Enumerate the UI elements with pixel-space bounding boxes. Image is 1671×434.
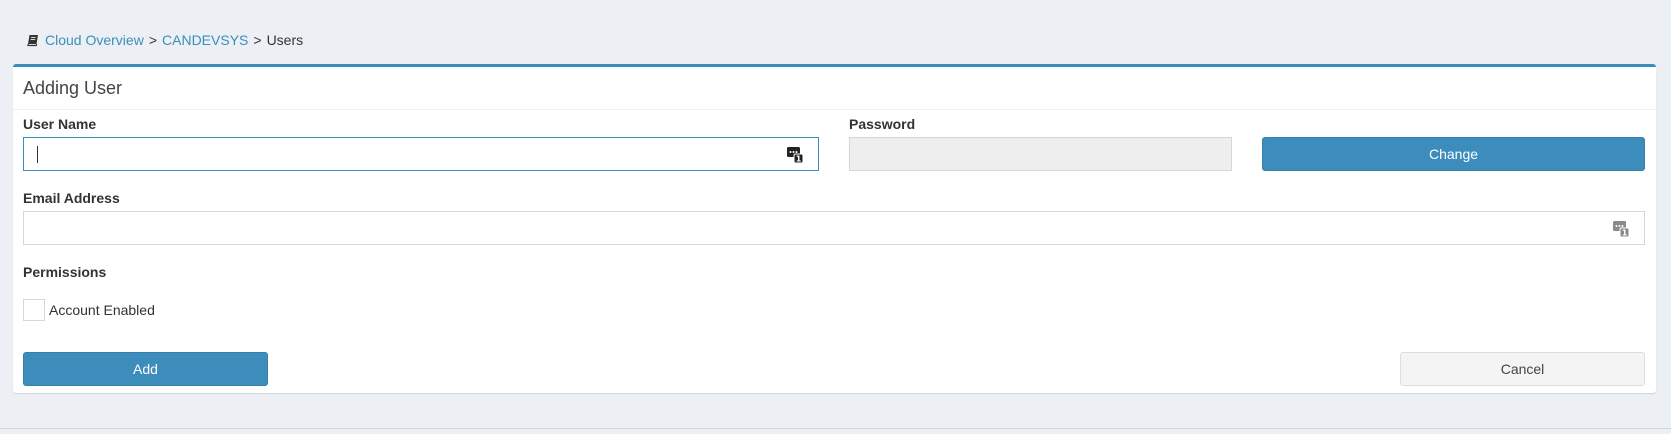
text-caret [37,146,38,163]
breadcrumb: Cloud Overview > CANDEVSYS > Users [27,31,303,49]
book-icon [27,34,39,47]
account-enabled-label[interactable]: Account Enabled [49,302,155,318]
account-enabled-checkbox[interactable] [23,299,45,321]
page-divider [0,428,1671,429]
cancel-button[interactable]: Cancel [1400,352,1645,386]
email-label: Email Address [23,190,120,206]
password-input [849,137,1232,171]
password-manager-icon[interactable]: 1 [1613,220,1630,238]
panel-header: Adding User [13,67,1656,110]
panel-title: Adding User [23,78,123,98]
breadcrumb-separator: > [148,32,158,48]
add-button[interactable]: Add [23,352,268,386]
username-label: User Name [23,116,97,132]
change-password-button[interactable]: Change [1262,137,1645,171]
breadcrumb-cloud-overview[interactable]: Cloud Overview [45,32,144,48]
permissions-label: Permissions [23,264,107,280]
svg-text:1: 1 [1622,229,1628,238]
svg-text:1: 1 [796,155,802,164]
username-input[interactable]: 1 [23,137,819,171]
password-manager-icon[interactable]: 1 [787,146,804,164]
breadcrumb-candevsys[interactable]: CANDEVSYS [162,32,248,48]
password-label: Password [849,116,916,132]
breadcrumb-users: Users [266,32,304,48]
email-input[interactable]: 1 [23,211,1645,245]
adding-user-panel: Adding User User Name 1 Password Change … [13,64,1656,393]
breadcrumb-separator: > [253,32,262,48]
